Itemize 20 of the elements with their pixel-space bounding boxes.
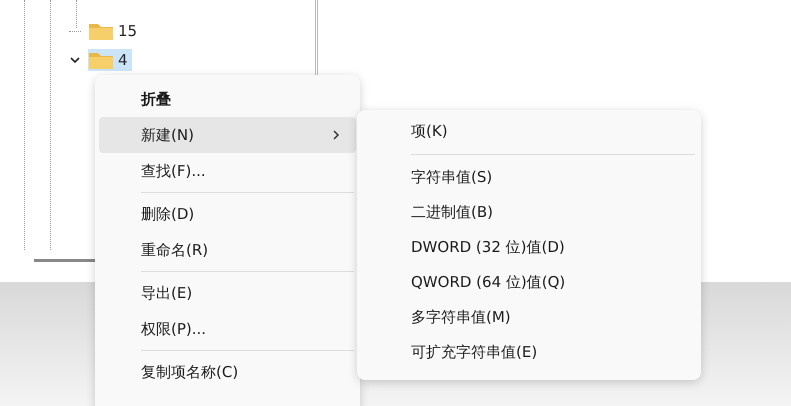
tree-item[interactable]: 15	[88, 20, 142, 42]
menu-item[interactable]: 字符串值(S)	[361, 160, 697, 195]
menu-item[interactable]: 删除(D)	[99, 196, 356, 232]
chevron-down-icon[interactable]	[70, 56, 80, 64]
chevron-right-icon	[332, 130, 340, 140]
menu-item[interactable]: 权限(P)...	[99, 311, 356, 347]
menu-item[interactable]: 折叠	[99, 81, 356, 117]
menu-item[interactable]: 导出(E)	[99, 275, 356, 311]
folder-icon	[88, 21, 114, 42]
menu-item[interactable]: QWORD (64 位)值(Q)	[361, 265, 697, 300]
menu-item[interactable]: 新建(N)	[99, 117, 356, 153]
menu-item[interactable]: DWORD (32 位)值(D)	[361, 230, 697, 265]
menu-item[interactable]: 可扩充字符串值(E)	[361, 335, 697, 370]
tree-item[interactable]: 4	[88, 48, 132, 71]
menu-item[interactable]: 复制项名称(C)	[99, 354, 356, 390]
menu-item[interactable]: 二进制值(B)	[361, 195, 697, 230]
menu-item[interactable]: 项(K)	[361, 114, 697, 149]
menu-item[interactable]: 多字符串值(M)	[361, 300, 697, 335]
menu-item[interactable]: 重命名(R)	[99, 232, 356, 268]
menu-item[interactable]: 查找(F)...	[99, 153, 356, 189]
